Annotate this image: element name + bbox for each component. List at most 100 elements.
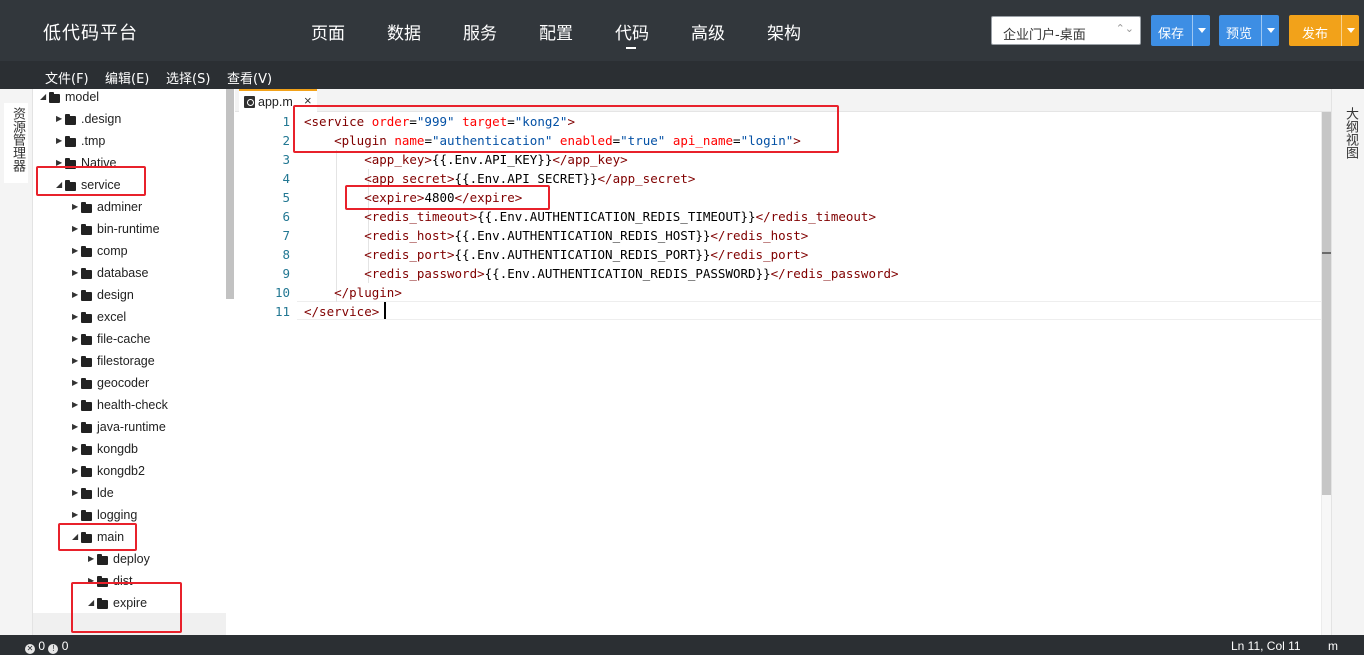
highlight-service-folder <box>36 166 146 196</box>
tree-item[interactable]: ▶ database <box>72 265 234 285</box>
project-select[interactable]: 企业门户-桌面 ⌃⌄ <box>991 16 1141 45</box>
tree-item[interactable]: ▶ bin-runtime <box>72 221 234 241</box>
caret-right-icon[interactable]: ▶ <box>72 444 78 453</box>
error-count: 0 <box>38 639 46 653</box>
explorer-tab[interactable]: 资源管理器 <box>4 103 28 183</box>
publish-button[interactable]: 发布 <box>1289 15 1359 46</box>
cursor-position[interactable]: Ln 11, Col 11 <box>1231 639 1301 653</box>
caret-right-icon[interactable]: ▶ <box>56 114 62 123</box>
caret-right-icon[interactable]: ▶ <box>72 290 78 299</box>
code-line[interactable]: </plugin> <box>304 283 402 302</box>
nav-page[interactable]: 页面 <box>311 19 345 44</box>
error-icon: ✕ <box>25 644 35 654</box>
tree-item[interactable]: ▶ health-check <box>72 397 234 417</box>
tree-item-label: kongdb <box>97 442 139 456</box>
caret-right-icon[interactable]: ▶ <box>56 136 62 145</box>
publish-dropdown-icon[interactable] <box>1341 15 1359 46</box>
caret-right-icon[interactable]: ▶ <box>72 312 78 321</box>
tree-item-label: database <box>97 266 149 280</box>
caret-right-icon[interactable]: ▶ <box>72 466 78 475</box>
caret-down-icon[interactable]: ◢ <box>40 92 46 101</box>
code-line[interactable]: </service> <box>304 302 379 321</box>
tree-item[interactable]: ▶ filestorage <box>72 353 234 373</box>
tree-item[interactable]: ▶ comp <box>72 243 234 263</box>
nav-architecture[interactable]: 架构 <box>767 19 801 44</box>
caret-right-icon[interactable]: ▶ <box>88 554 94 563</box>
nav-config[interactable]: 配置 <box>539 19 573 44</box>
caret-right-icon[interactable]: ▶ <box>72 400 78 409</box>
code-line[interactable]: <redis_password>{{.Env.AUTHENTICATION_RE… <box>304 264 899 283</box>
tree-scrollbar-thumb[interactable] <box>226 89 234 299</box>
code-token: {{.Env.AUTHENTICATION_REDIS_PORT}} <box>454 247 711 262</box>
preview-button[interactable]: 预览 <box>1219 15 1279 46</box>
menu-bar: 文件(F) 编辑(E) 选择(S) 查看(V) <box>0 61 1364 89</box>
tree-item-label: bin-runtime <box>97 222 160 236</box>
tree-item[interactable]: ▶ design <box>72 287 234 307</box>
publish-button-label: 发布 <box>1302 27 1329 42</box>
caret-right-icon[interactable]: ▶ <box>72 246 78 255</box>
caret-right-icon[interactable]: ▶ <box>72 334 78 343</box>
tree-item[interactable]: ▶ excel <box>72 309 234 329</box>
save-dropdown-icon[interactable] <box>1192 15 1210 46</box>
tree-item[interactable]: ▶ java-runtime <box>72 419 234 439</box>
tree-item[interactable]: ▶ kongdb2 <box>72 463 234 483</box>
code-line[interactable]: <redis_port>{{.Env.AUTHENTICATION_REDIS_… <box>304 245 808 264</box>
tree-item[interactable]: ▶ lde <box>72 485 234 505</box>
tree-item[interactable]: ▶ deploy <box>88 551 234 571</box>
language-mode[interactable]: m <box>1328 639 1338 653</box>
outline-tab-label[interactable]: 大纲视图 <box>1341 107 1360 159</box>
tree-item[interactable]: ▶ kongdb <box>72 441 234 461</box>
tree-item-label: file-cache <box>97 332 151 346</box>
preview-dropdown-icon[interactable] <box>1261 15 1279 46</box>
nav-advanced[interactable]: 高级 <box>691 19 725 44</box>
tree-item[interactable]: ▶ .design <box>56 111 226 131</box>
code-line[interactable]: <redis_host>{{.Env.AUTHENTICATION_REDIS_… <box>304 226 808 245</box>
code-token: <redis_timeout> <box>364 209 478 224</box>
warning-count: 0 <box>61 639 69 653</box>
folder-icon <box>81 246 92 257</box>
folder-icon <box>81 400 92 411</box>
menu-file[interactable]: 文件(F) <box>45 68 89 87</box>
tree-item[interactable]: ◢ model <box>40 89 210 109</box>
caret-right-icon[interactable]: ▶ <box>72 422 78 431</box>
tree-item-label: filestorage <box>97 354 155 368</box>
editor-scrollbar-thumb[interactable] <box>1322 112 1331 495</box>
caret-right-icon[interactable]: ▶ <box>72 202 78 211</box>
nav-service[interactable]: 服务 <box>463 19 497 44</box>
code-token: </redis_password> <box>770 266 899 281</box>
menu-edit[interactable]: 编辑(E) <box>105 68 149 87</box>
tree-item-label: java-runtime <box>97 420 166 434</box>
code-token: </service> <box>304 304 380 319</box>
code-token: <app_secret> <box>364 171 455 186</box>
caret-right-icon[interactable]: ▶ <box>72 268 78 277</box>
nav-code[interactable]: 代码 <box>615 19 649 49</box>
problems-indicator[interactable]: ✕ 0 ! 0 <box>25 639 68 654</box>
code-token: {{.Env.API_SECRET}} <box>454 171 598 186</box>
line-number: 4 <box>282 171 290 186</box>
tree-item-label: .tmp <box>81 134 106 148</box>
code-token: <redis_password> <box>364 266 485 281</box>
menu-select[interactable]: 选择(S) <box>166 68 210 87</box>
tree-item[interactable]: ▶ file-cache <box>72 331 234 351</box>
explorer-tab-label: 资源管理器 <box>10 107 25 172</box>
tree-item-label: adminer <box>97 200 143 214</box>
caret-right-icon[interactable]: ▶ <box>72 378 78 387</box>
caret-right-icon[interactable]: ▶ <box>72 488 78 497</box>
save-button[interactable]: 保存 <box>1151 15 1210 46</box>
tree-item[interactable]: ▶ adminer <box>72 199 234 219</box>
caret-right-icon[interactable]: ▶ <box>72 510 78 519</box>
line-number: 2 <box>282 133 290 148</box>
caret-right-icon[interactable]: ▶ <box>72 356 78 365</box>
caret-right-icon[interactable]: ▶ <box>72 224 78 233</box>
folder-icon <box>81 290 92 301</box>
menu-view[interactable]: 查看(V) <box>227 68 272 87</box>
tree-item[interactable]: ▶ geocoder <box>72 375 234 395</box>
nav-data[interactable]: 数据 <box>387 19 421 44</box>
tree-item[interactable]: ▶ .tmp <box>56 133 226 153</box>
tree-item-label: design <box>97 288 134 302</box>
line-number: 11 <box>274 304 290 319</box>
code-token: </redis_timeout> <box>755 209 876 224</box>
